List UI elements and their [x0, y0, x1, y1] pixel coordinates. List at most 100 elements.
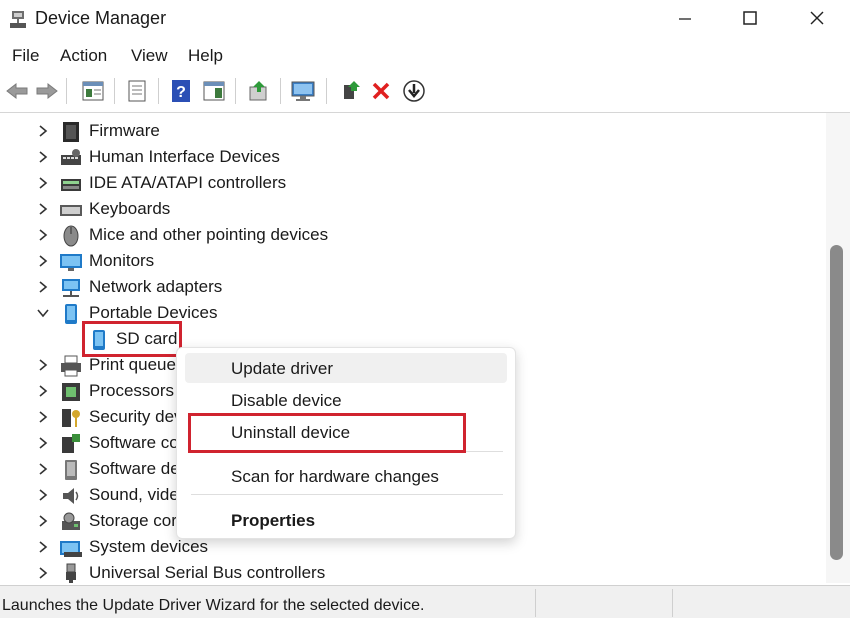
chevron-right-icon[interactable]: [36, 539, 50, 555]
console-tree-button[interactable]: [80, 78, 106, 104]
update-driver-button[interactable]: [246, 78, 272, 104]
help-icon: ?: [172, 80, 190, 102]
context-menu: Update driver Disable device Uninstall d…: [176, 347, 516, 539]
chevron-down-icon[interactable]: [36, 305, 50, 321]
chevron-right-icon[interactable]: [36, 279, 50, 295]
tree-item-label: Keyboards: [89, 199, 171, 218]
security-icon: [62, 409, 80, 427]
properties-icon: [128, 80, 146, 102]
toolbar: ?: [0, 72, 850, 113]
status-text: Launches the Update Driver Wizard for th…: [2, 597, 425, 614]
uninstall-button[interactable]: [368, 78, 394, 104]
system-icon: [60, 541, 82, 557]
usb-icon: [66, 563, 76, 583]
tree-item-keyboards[interactable]: Keyboards: [0, 197, 825, 223]
chevron-right-icon[interactable]: [36, 201, 50, 217]
chevron-right-icon[interactable]: [36, 565, 50, 581]
tree-item-portable-devices[interactable]: Portable Devices: [0, 301, 825, 327]
chevron-right-icon[interactable]: [36, 461, 50, 477]
toolbar-separator: [280, 78, 281, 104]
chevron-right-icon[interactable]: [36, 487, 50, 503]
chevron-right-icon[interactable]: [36, 409, 50, 425]
chevron-right-icon[interactable]: [36, 175, 50, 191]
chevron-right-icon[interactable]: [36, 149, 50, 165]
menu-help[interactable]: Help: [188, 46, 223, 66]
tree-item-usb[interactable]: Universal Serial Bus controllers: [0, 561, 825, 583]
status-separator: [672, 589, 673, 617]
svg-text:?: ?: [176, 84, 186, 101]
menu-item-label: Update driver: [231, 359, 334, 378]
properties-button[interactable]: [124, 78, 150, 104]
update-driver-icon: [249, 81, 267, 101]
maximize-button[interactable]: [720, 0, 780, 36]
menu-disable-device[interactable]: Disable device: [185, 385, 507, 415]
scan-hardware-button[interactable]: [290, 78, 316, 104]
chevron-right-icon[interactable]: [36, 227, 50, 243]
software-component-icon: [62, 434, 80, 453]
tree-item-firmware[interactable]: Firmware: [0, 119, 825, 145]
menu-properties[interactable]: Properties: [185, 505, 507, 535]
menu-item-label: Disable device: [231, 391, 342, 410]
menu-scan-hardware[interactable]: Scan for hardware changes: [185, 461, 507, 491]
status-bar: Launches the Update Driver Wizard for th…: [0, 585, 850, 618]
forward-button[interactable]: [34, 78, 60, 104]
chevron-right-icon[interactable]: [36, 357, 50, 373]
menu-item-label: Scan for hardware changes: [231, 467, 439, 486]
tree-item-label: System devices: [89, 537, 209, 556]
close-button[interactable]: [787, 0, 847, 36]
tree-item-label: Security dev: [89, 407, 183, 426]
back-arrow-icon: [6, 82, 28, 100]
software-device-icon: [65, 460, 77, 480]
window-title: Device Manager: [35, 8, 167, 28]
tree-item-label: Software de: [89, 459, 180, 478]
sound-icon: [63, 488, 79, 504]
chevron-right-icon[interactable]: [36, 513, 50, 529]
toolbar-separator: [66, 78, 67, 104]
menu-separator: [191, 494, 503, 495]
menu-action[interactable]: Action: [60, 46, 107, 66]
portable-device-icon: [65, 304, 77, 324]
menu-file[interactable]: File: [12, 46, 39, 66]
download-button[interactable]: [401, 78, 427, 104]
minimize-button[interactable]: [655, 0, 715, 36]
chevron-right-icon[interactable]: [36, 435, 50, 451]
menu-separator: [191, 451, 503, 452]
tree-item-label: Storage cor: [89, 511, 177, 530]
processor-icon: [62, 383, 80, 401]
tree-item-network[interactable]: Network adapters: [0, 275, 825, 301]
tree-item-monitors[interactable]: Monitors: [0, 249, 825, 275]
tree-item-ide[interactable]: IDE ATA/ATAPI controllers: [0, 171, 825, 197]
enable-device-icon: [344, 81, 360, 99]
menu-item-label: Properties: [231, 511, 316, 530]
storage-icon: [62, 512, 80, 530]
scrollbar-thumb[interactable]: [830, 245, 843, 560]
tree-item-label: IDE ATA/ATAPI controllers: [89, 173, 287, 192]
chevron-right-icon[interactable]: [36, 383, 50, 399]
toolbar-separator: [114, 78, 115, 104]
menu-bar: File Action View Help: [0, 40, 850, 72]
back-button[interactable]: [4, 78, 30, 104]
network-icon: [62, 279, 80, 297]
menu-uninstall-device[interactable]: Uninstall device: [185, 417, 507, 447]
sd-card-icon: [93, 330, 105, 350]
tree-item-hid[interactable]: Human Interface Devices: [0, 145, 825, 171]
tree-item-mice[interactable]: Mice and other pointing devices: [0, 223, 825, 249]
enable-device-button[interactable]: [337, 78, 363, 104]
tree-item-label: Portable Devices: [89, 303, 218, 322]
tree-item-label: Firmware: [89, 121, 160, 140]
status-separator: [535, 589, 536, 617]
chevron-right-icon[interactable]: [36, 253, 50, 269]
chevron-right-icon[interactable]: [36, 123, 50, 139]
help-button[interactable]: ?: [168, 78, 194, 104]
toolbar-separator: [326, 78, 327, 104]
menu-update-driver[interactable]: Update driver: [185, 353, 507, 383]
tree-item-label: Network adapters: [89, 277, 223, 296]
tree-item-label: Sound, vide: [89, 485, 179, 504]
firmware-icon: [63, 122, 79, 142]
minimize-icon: [679, 18, 691, 20]
menu-view[interactable]: View: [131, 46, 168, 66]
forward-arrow-icon: [36, 82, 58, 100]
tree-item-label: Universal Serial Bus controllers: [89, 563, 326, 582]
tree-item-label: Software co: [89, 433, 179, 452]
action-pane-button[interactable]: [201, 78, 227, 104]
